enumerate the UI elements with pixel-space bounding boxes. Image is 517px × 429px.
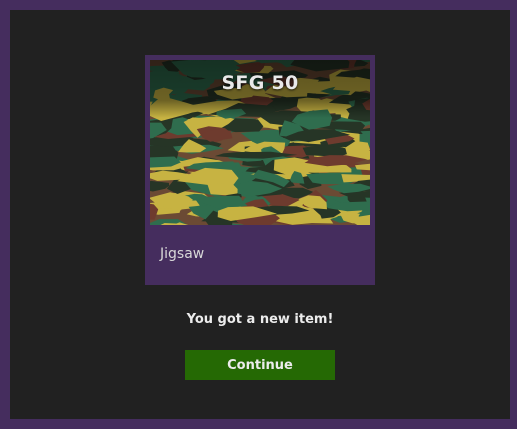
camo-blob [207,183,238,196]
weapon-name: SFG 50 [221,72,299,94]
skin-name: Jigsaw [160,246,205,262]
skin-preview-image: SFG 50 [150,60,370,225]
item-card: SFG 50 Jigsaw [145,55,375,285]
reward-message: You got a new item! [186,312,334,327]
continue-button[interactable]: Continue [185,350,335,380]
reward-dialog: SFG 50 Jigsaw You got a new item! Contin… [10,10,510,419]
